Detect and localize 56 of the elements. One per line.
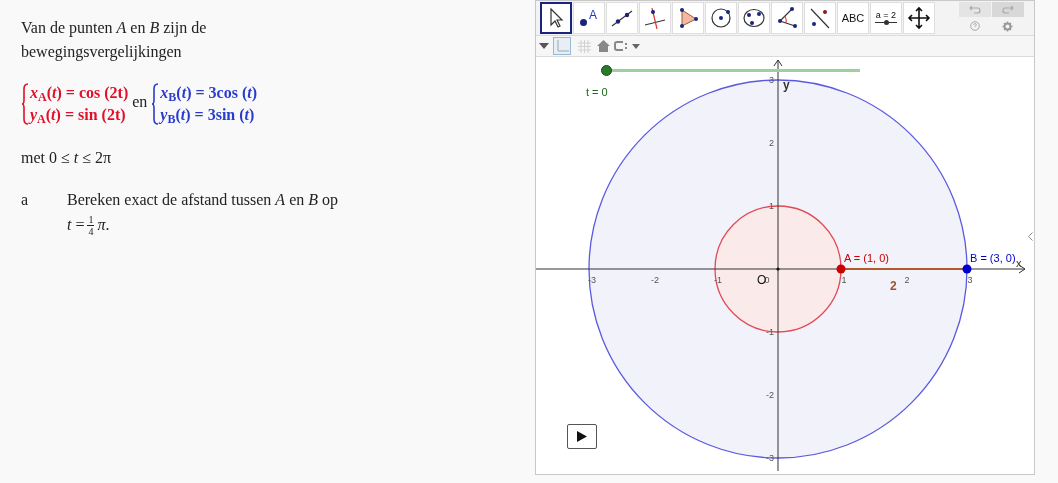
y-tick-label: -2 bbox=[766, 390, 774, 400]
home-icon[interactable] bbox=[597, 40, 610, 52]
play-button[interactable] bbox=[567, 424, 597, 449]
y-tick-label: 1 bbox=[769, 201, 774, 211]
equation: x$_{A}$(t) = cos (2t) bbox=[30, 83, 129, 104]
x-axis-label: x bbox=[1016, 257, 1022, 269]
undo-icon bbox=[969, 5, 981, 14]
grid-toggle[interactable] bbox=[575, 37, 593, 55]
reflect-line-icon bbox=[808, 6, 832, 30]
brace-icon bbox=[21, 83, 29, 125]
axes-icon bbox=[555, 39, 569, 53]
brace-icon bbox=[151, 83, 160, 125]
intro-text: Van de punten A en B zijn de bewegingsvergelijkingen bbox=[21, 18, 208, 63]
perpendicular-line-icon bbox=[643, 6, 667, 30]
tool-button[interactable]: ABC bbox=[837, 2, 869, 34]
equation: y$_{B}$(t) = 3sin (t) bbox=[160, 105, 256, 126]
ellipse-icon bbox=[742, 6, 766, 30]
origin-dot bbox=[776, 267, 780, 271]
x-tick-label: -2 bbox=[651, 275, 659, 285]
point-label: B = (3, 0) bbox=[970, 252, 1016, 264]
point[interactable] bbox=[836, 264, 846, 274]
numerator: 1 bbox=[87, 213, 95, 226]
tool-button[interactable] bbox=[540, 2, 572, 34]
axes-toggle[interactable] bbox=[553, 37, 571, 55]
question-text: Bereken exact de afstand tussen A en B op bbox=[67, 190, 339, 211]
y-tick-label: 3 bbox=[769, 75, 774, 85]
settings-icon[interactable] bbox=[1002, 21, 1013, 32]
denominator: 4 bbox=[88, 225, 94, 237]
x-tick-label: 2 bbox=[904, 275, 910, 285]
redo-icon bbox=[1002, 5, 1014, 14]
question-label: a bbox=[21, 190, 30, 210]
grid-icon bbox=[577, 39, 591, 53]
y-tick-label: 2 bbox=[769, 138, 774, 148]
equation: y$_{A}$(t) = sin (2t) bbox=[30, 105, 127, 126]
point-capture-icon[interactable] bbox=[614, 41, 642, 51]
x-tick-label: 0 bbox=[764, 275, 770, 285]
formula-rhs: π. bbox=[97, 215, 110, 235]
condition-text: met 0 ≤ t ≤ 2π bbox=[21, 148, 113, 168]
collapse-triangle-icon[interactable] bbox=[539, 43, 549, 49]
x-tick-label: 1 bbox=[841, 275, 847, 285]
text-tool-label: ABC bbox=[841, 12, 865, 24]
y-axis-label: y bbox=[783, 78, 790, 92]
tool-button[interactable]: a = 2 bbox=[870, 2, 902, 34]
point[interactable] bbox=[962, 264, 972, 274]
equation: x$_{B}$(t) = 3cos (t) bbox=[160, 83, 257, 104]
slider-knob[interactable] bbox=[601, 65, 612, 76]
slider-label: t = 0 bbox=[586, 85, 608, 100]
x-tick-label: 3 bbox=[967, 275, 973, 285]
angle-icon bbox=[775, 6, 799, 30]
conjunction-text: en bbox=[132, 92, 148, 112]
circle-icon bbox=[709, 6, 733, 30]
move-arrows-icon bbox=[907, 6, 931, 30]
point-label: A = (1, 0) bbox=[844, 252, 889, 264]
chevron-left-icon[interactable] bbox=[1028, 232, 1033, 241]
formula-lhs: t = bbox=[67, 215, 85, 235]
segment-label: 2 bbox=[890, 279, 897, 293]
